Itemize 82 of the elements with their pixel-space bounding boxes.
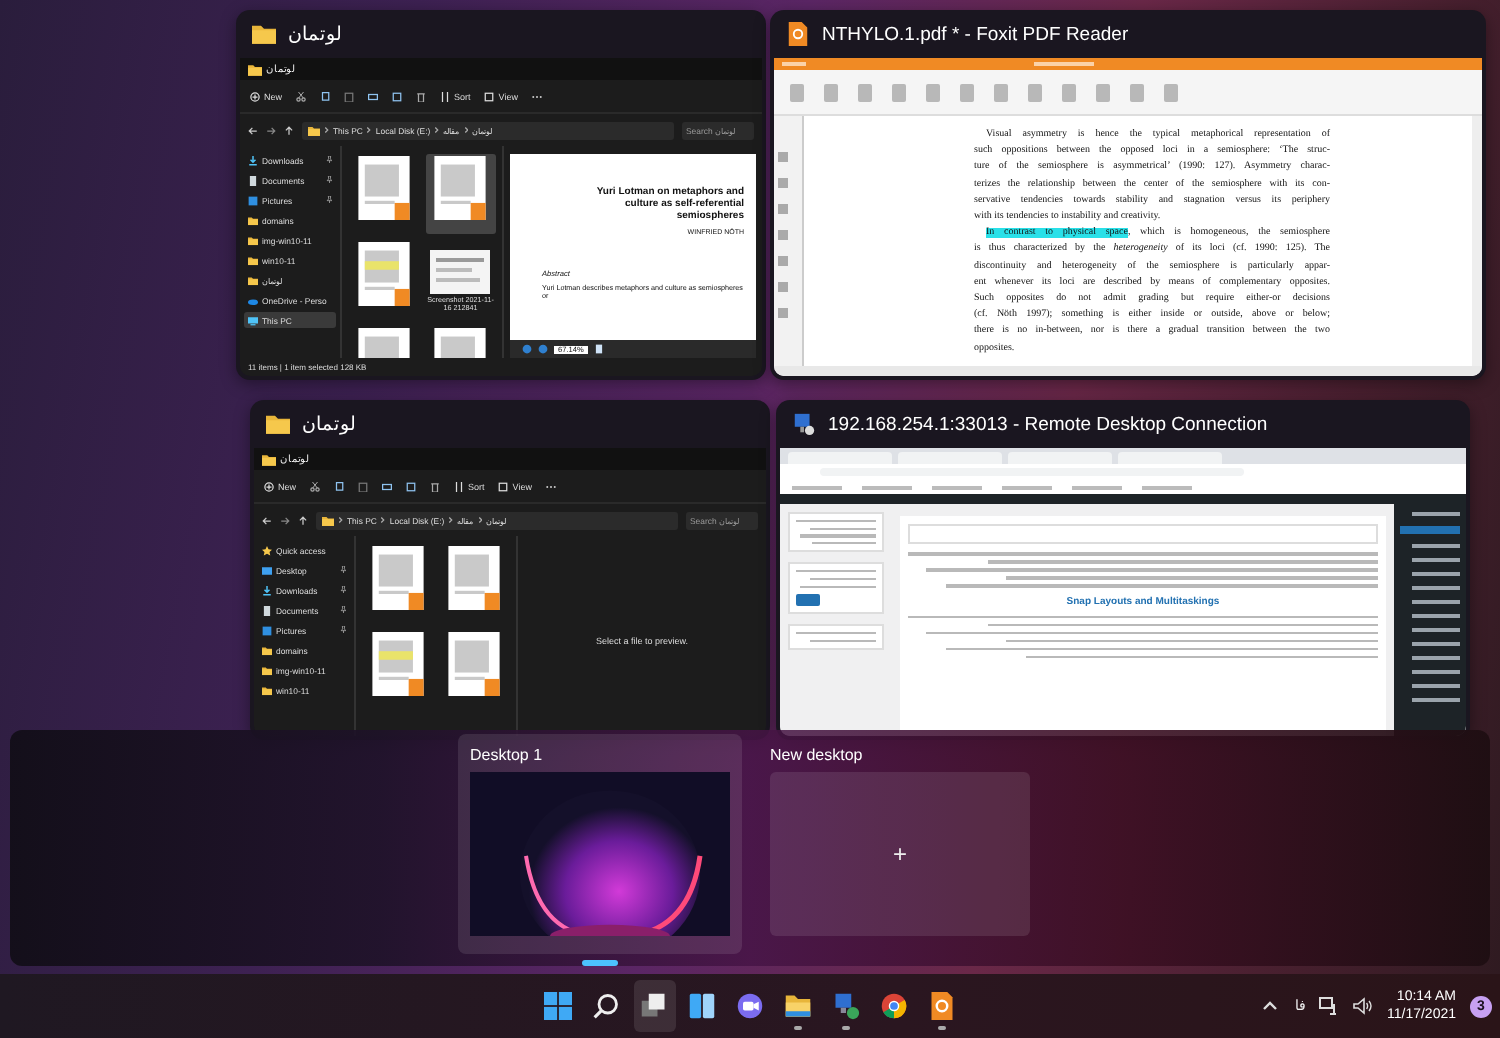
plus-icon bbox=[264, 481, 274, 491]
folder-icon bbox=[262, 685, 272, 695]
cut-icon[interactable] bbox=[296, 91, 307, 101]
file-item[interactable] bbox=[425, 154, 496, 234]
text-lines-drawing bbox=[796, 631, 876, 642]
pdf-reader-icon bbox=[928, 992, 956, 1020]
download-icon bbox=[248, 155, 258, 165]
chevron-icon bbox=[448, 516, 454, 524]
forward-icon[interactable] bbox=[280, 515, 290, 525]
pdf-reader-icon bbox=[786, 22, 810, 46]
chat-icon bbox=[736, 992, 764, 1020]
up-icon[interactable] bbox=[298, 515, 308, 525]
window-title: NTHYLO.1.pdf * - Foxit PDF Reader bbox=[822, 23, 1129, 45]
folder-icon bbox=[784, 992, 812, 1020]
chevron-icon bbox=[477, 516, 483, 524]
window-title: لوتمان bbox=[288, 22, 342, 46]
download-icon bbox=[262, 585, 272, 595]
cut-icon[interactable] bbox=[310, 481, 321, 491]
view-icon bbox=[484, 91, 495, 101]
image-thumbnail bbox=[430, 250, 491, 294]
folder-icon bbox=[266, 412, 290, 436]
folder-icon bbox=[308, 125, 320, 135]
chevron-icon bbox=[324, 126, 329, 134]
task-view-icon bbox=[640, 992, 668, 1020]
folder-icon bbox=[248, 235, 258, 245]
pdf-thumbnail bbox=[371, 546, 424, 610]
sort-icon bbox=[440, 91, 451, 101]
folder-icon bbox=[252, 22, 276, 46]
star-icon bbox=[262, 545, 272, 555]
chevron-icon bbox=[338, 516, 343, 524]
up-icon[interactable] bbox=[284, 125, 294, 135]
network-icon[interactable] bbox=[1318, 996, 1339, 1016]
pdf-thumbnail bbox=[357, 156, 410, 220]
windows-logo-icon bbox=[544, 992, 572, 1020]
folder-icon bbox=[248, 255, 258, 265]
folder-icon bbox=[262, 665, 272, 675]
taskbar-button[interactable] bbox=[633, 980, 675, 1032]
folder-icon bbox=[248, 215, 258, 225]
desktop-card[interactable]: Desktop 1 bbox=[458, 734, 742, 954]
delete-icon[interactable] bbox=[416, 91, 427, 101]
forward-icon[interactable] bbox=[266, 125, 276, 135]
search-icon bbox=[592, 992, 620, 1020]
delete-icon[interactable] bbox=[430, 481, 441, 491]
selection-indicator bbox=[582, 960, 618, 966]
pdf-thumbnail bbox=[448, 632, 501, 696]
plus-icon bbox=[250, 91, 260, 101]
computer-icon bbox=[832, 992, 860, 1020]
chevron-icon bbox=[366, 126, 372, 134]
update-button[interactable] bbox=[796, 593, 820, 606]
text-lines-drawing bbox=[796, 570, 876, 588]
document-icon bbox=[262, 605, 272, 615]
plus-sign: + bbox=[892, 840, 907, 868]
desktop-icon bbox=[262, 565, 272, 575]
pdf-thumbnail bbox=[357, 242, 410, 306]
text-lines-drawing bbox=[796, 520, 876, 545]
folder-icon bbox=[248, 275, 258, 285]
speaker-icon[interactable] bbox=[1352, 996, 1373, 1016]
window-thumbnail[interactable] bbox=[770, 10, 1486, 380]
window-title: 192.168.254.1:33013 - Remote Desktop Connection bbox=[828, 413, 1268, 435]
window-thumbnail[interactable] bbox=[236, 10, 766, 380]
chevron-icon bbox=[463, 126, 469, 134]
folder-icon bbox=[262, 645, 272, 655]
chevron-icon bbox=[434, 126, 440, 134]
back-icon[interactable] bbox=[262, 515, 272, 525]
folder-icon bbox=[322, 515, 334, 525]
pdf-thumbnail bbox=[434, 156, 487, 220]
browser-icon bbox=[880, 992, 908, 1020]
view-icon bbox=[498, 481, 509, 491]
computer-icon bbox=[248, 315, 258, 325]
document-icon bbox=[248, 175, 258, 185]
sort-icon bbox=[454, 481, 465, 491]
pdf-thumbnail bbox=[448, 546, 501, 610]
page-icon[interactable] bbox=[593, 344, 604, 354]
folder-icon bbox=[262, 453, 276, 465]
chevron-icon bbox=[380, 516, 386, 524]
window-title: لوتمان bbox=[302, 412, 356, 436]
pdf-thumbnail bbox=[371, 632, 424, 696]
widgets-icon bbox=[688, 992, 716, 1020]
folder-icon bbox=[248, 63, 262, 75]
back-icon[interactable] bbox=[248, 125, 258, 135]
cloud-icon bbox=[248, 295, 258, 305]
computer-icon bbox=[792, 412, 816, 436]
